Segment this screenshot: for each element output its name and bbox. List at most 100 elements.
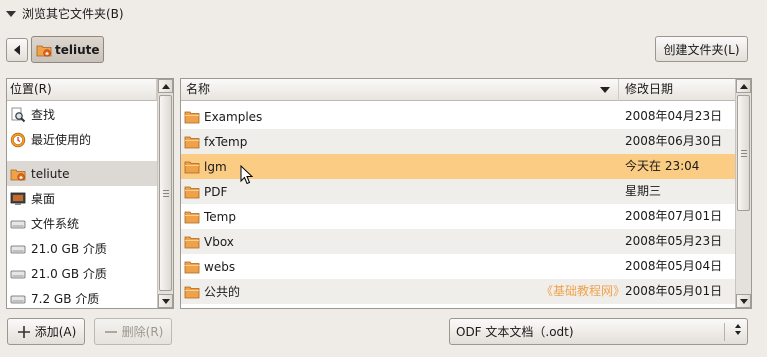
file-row[interactable]: Vbox 2008年05月23日	[181, 229, 735, 254]
file-row[interactable]: PDF 星期三	[181, 179, 735, 204]
file-name: Vbox	[204, 234, 234, 249]
up-arrow-icon	[161, 83, 170, 89]
file-row[interactable]: webs 2008年05月04日	[181, 254, 735, 279]
file-type-filter-select[interactable]: ODF 文本文档（.odt)	[449, 318, 748, 345]
folder-icon	[184, 184, 200, 200]
file-name: lgm	[204, 159, 227, 174]
place-label: 文件系统	[31, 217, 80, 231]
places-panel: 位置(R) 查找 最近使用的 teliute 桌面 文件系统 21.0 GB 介…	[6, 78, 174, 309]
places-list: 查找 最近使用的 teliute 桌面 文件系统 21.0 GB 介质 21.0…	[7, 102, 157, 311]
scroll-thumb[interactable]	[159, 95, 172, 291]
place-item-filesystem[interactable]: 文件系统	[7, 211, 157, 236]
file-date: 2008年06月30日	[625, 134, 723, 148]
place-item-recent[interactable]: 最近使用的	[7, 127, 157, 152]
watermark-text: 《基础教程网》	[541, 284, 626, 298]
drive-icon	[10, 291, 26, 307]
path-segment-label: teliute	[55, 42, 100, 57]
drive-icon	[10, 216, 26, 232]
up-arrow-icon	[739, 83, 748, 89]
add-button-label: 添加(A)	[34, 325, 77, 339]
folder-icon	[184, 259, 200, 275]
create-folder-button[interactable]: 创建文件夹(L)	[655, 36, 748, 62]
places-column-header[interactable]: 位置(R)	[7, 79, 157, 101]
plus-icon	[16, 324, 32, 340]
path-segment-home-button[interactable]: teliute	[31, 36, 104, 63]
file-list-header: 名称 修改日期	[181, 79, 735, 101]
file-row[interactable]: 公共的 《基础教程网》 2008年05月01日	[181, 279, 735, 304]
add-place-button[interactable]: 添加(A)	[7, 318, 85, 345]
folder-icon	[184, 234, 200, 250]
home-folder-icon	[10, 166, 26, 182]
places-separator	[7, 152, 157, 161]
file-name: webs	[204, 259, 236, 274]
expander-arrow-icon	[6, 10, 16, 17]
place-label: 查找	[31, 108, 56, 122]
folder-icon	[184, 109, 200, 125]
file-date: 2008年05月04日	[625, 259, 723, 273]
grip-line	[163, 193, 169, 194]
scroll-thumb[interactable]	[737, 95, 750, 211]
file-date: 2008年05月01日	[625, 284, 723, 298]
file-row[interactable]: Temp 2008年07月01日	[181, 204, 735, 229]
filter-separator	[724, 323, 725, 341]
modified-column-header[interactable]: 修改日期	[620, 79, 735, 101]
down-arrow-icon	[739, 298, 748, 304]
remove-button-label: 删除(R)	[121, 325, 164, 339]
place-item-volume[interactable]: 7.2 GB 介质	[7, 286, 157, 311]
scroll-up-button[interactable]	[158, 79, 173, 93]
places-scrollbar[interactable]	[157, 79, 173, 308]
file-date: 今天在 23:04	[625, 159, 700, 173]
place-item-desktop[interactable]: 桌面	[7, 186, 157, 211]
place-item-volume[interactable]: 21.0 GB 介质	[7, 261, 157, 286]
browse-folders-expander[interactable]: 浏览其它文件夹(B)	[6, 4, 124, 22]
place-label: 7.2 GB 介质	[31, 292, 100, 306]
home-folder-icon	[36, 42, 52, 58]
scroll-down-button[interactable]	[736, 294, 751, 308]
search-icon	[10, 107, 26, 123]
minus-icon	[103, 324, 119, 340]
mouse-cursor-icon	[240, 164, 254, 188]
drive-icon	[10, 241, 26, 257]
grip-line	[741, 150, 747, 151]
file-name: Temp	[204, 209, 236, 224]
file-list-panel: 名称 修改日期 Examples 2008年04月23日 fxTemp 2008…	[180, 78, 752, 309]
name-column-label: 名称	[186, 82, 211, 96]
folder-icon	[184, 284, 200, 300]
recent-icon	[10, 132, 26, 148]
place-item-home[interactable]: teliute	[7, 161, 157, 186]
scroll-up-button[interactable]	[736, 79, 751, 93]
file-rows: Examples 2008年04月23日 fxTemp 2008年06月30日 …	[181, 104, 735, 304]
file-row[interactable]: Examples 2008年04月23日	[181, 104, 735, 129]
grip-line	[741, 156, 747, 157]
grip-line	[741, 153, 747, 154]
down-arrow-icon	[161, 298, 170, 304]
drive-icon	[10, 266, 26, 282]
left-arrow-icon	[14, 45, 20, 55]
file-date: 2008年04月23日	[625, 109, 723, 123]
place-label: 桌面	[31, 192, 56, 206]
file-name: 公共的	[204, 285, 241, 299]
place-label: 21.0 GB 介质	[31, 242, 107, 256]
file-list-scrollbar[interactable]	[735, 79, 751, 308]
place-item-volume[interactable]: 21.0 GB 介质	[7, 236, 157, 261]
scroll-down-button[interactable]	[158, 294, 173, 308]
file-date: 星期三	[625, 184, 662, 198]
path-back-button[interactable]	[6, 38, 28, 62]
place-item-search[interactable]: 查找	[7, 102, 157, 127]
expander-label: 浏览其它文件夹(B)	[22, 6, 124, 21]
updown-arrows-icon	[735, 324, 741, 335]
file-name: fxTemp	[204, 134, 248, 149]
file-row[interactable]: fxTemp 2008年06月30日	[181, 129, 735, 154]
sort-descending-icon	[600, 87, 610, 93]
place-label: 21.0 GB 介质	[31, 267, 107, 281]
place-label: 最近使用的	[31, 133, 92, 147]
filter-selected-value: ODF 文本文档（.odt)	[456, 325, 574, 339]
place-label: teliute	[31, 166, 70, 181]
grip-line	[163, 196, 169, 197]
folder-icon	[184, 159, 200, 175]
file-row-selected[interactable]: lgm 今天在 23:04	[181, 154, 735, 179]
file-date: 2008年05月23日	[625, 234, 723, 248]
name-column-header[interactable]: 名称	[181, 79, 619, 101]
remove-place-button[interactable]: 删除(R)	[94, 318, 172, 345]
file-name: Examples	[204, 109, 263, 124]
